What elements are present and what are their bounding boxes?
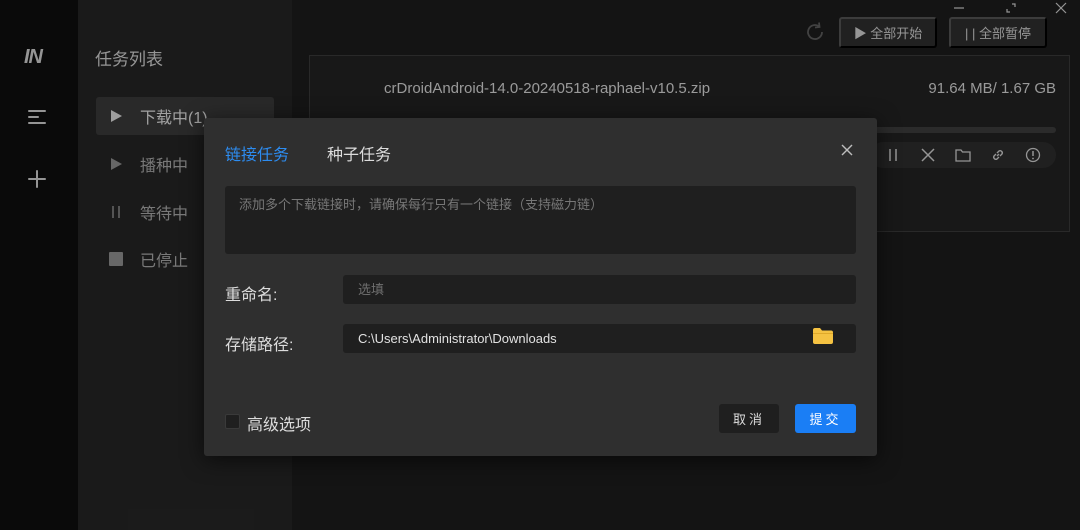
submit-button[interactable]: 提交 [795,404,856,433]
rename-label: 重命名: [225,287,278,304]
new-task-dialog: 链接任务 种子任务 重命名: 存储路径: 高级选项 取消 提交 [204,118,877,456]
save-path-label: 存储路径: [225,337,294,354]
cancel-button[interactable]: 取消 [719,404,779,433]
folder-icon[interactable] [812,327,834,345]
advanced-options-label[interactable]: 高级选项 [247,411,311,435]
save-path-input[interactable] [343,324,856,353]
rename-input[interactable] [343,275,856,304]
tab-torrent-task[interactable]: 种子任务 [327,141,391,165]
tab-link-task[interactable]: 链接任务 [225,141,289,165]
close-icon[interactable] [838,141,856,159]
advanced-options-checkbox[interactable] [225,414,240,429]
links-textarea[interactable] [225,186,856,254]
